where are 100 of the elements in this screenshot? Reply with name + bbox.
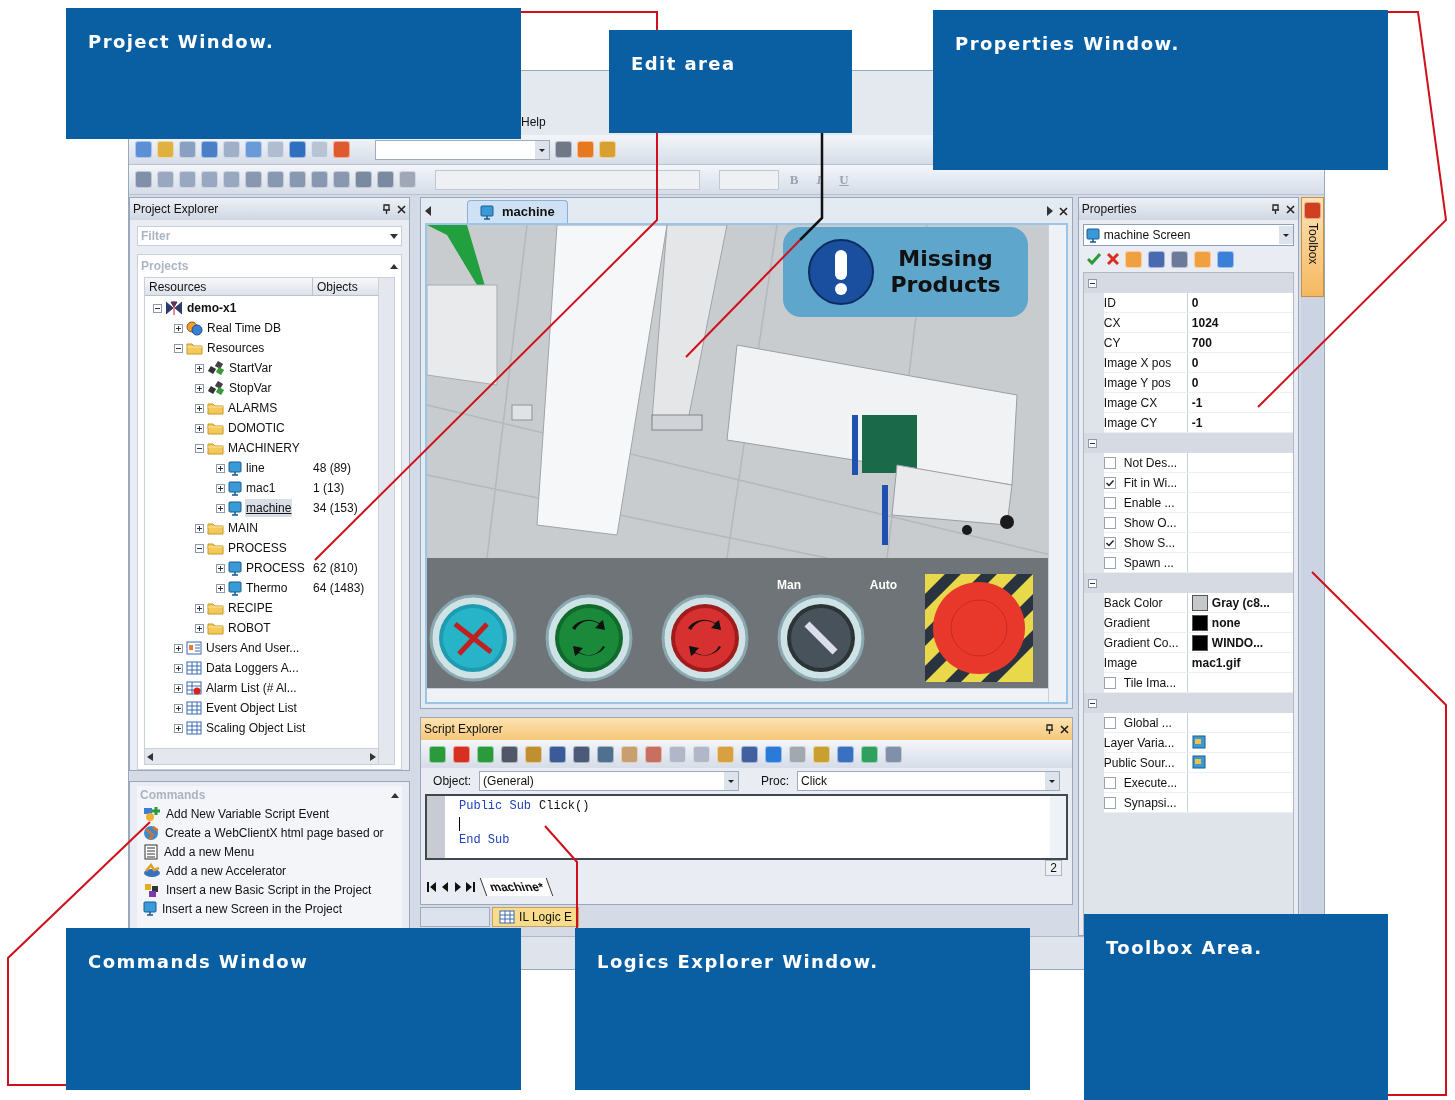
- tree-item[interactable]: Data Loggers A...: [205, 659, 300, 677]
- checkbox[interactable]: [1103, 676, 1116, 689]
- property-value[interactable]: none: [1211, 613, 1241, 632]
- expander-icon[interactable]: [174, 703, 183, 713]
- tree-item[interactable]: Event Object List: [205, 699, 298, 717]
- tree-item[interactable]: StopVar: [228, 379, 273, 397]
- font-field[interactable]: [435, 169, 700, 190]
- toolbar-icon[interactable]: [289, 141, 306, 158]
- tree-item[interactable]: line: [245, 459, 266, 477]
- toolbar-icon[interactable]: [645, 745, 663, 763]
- emergency-stop-button[interactable]: [925, 574, 1034, 682]
- expander-icon[interactable]: [216, 503, 225, 513]
- expander-icon[interactable]: [1087, 698, 1097, 708]
- scroll-left-icon[interactable]: [147, 752, 153, 761]
- toolbar-icon[interactable]: [549, 745, 567, 763]
- code-editor[interactable]: Public Sub Click() End Sub: [425, 794, 1068, 860]
- tree-item[interactable]: RECIPE: [227, 599, 274, 617]
- layers-icon[interactable]: [1191, 754, 1206, 771]
- tree-item[interactable]: MACHINERY: [227, 439, 301, 457]
- expander-icon[interactable]: [1087, 438, 1097, 448]
- horizontal-scrollbar[interactable]: [427, 688, 1048, 702]
- command-link[interactable]: Insert a new Screen in the Project: [162, 899, 343, 918]
- toolbar-icon[interactable]: [1147, 250, 1165, 268]
- scroll-right-icon[interactable]: [1046, 206, 1053, 216]
- command-link[interactable]: Add a new Menu: [164, 842, 255, 861]
- toolbar-icon[interactable]: [477, 745, 495, 763]
- expander-icon[interactable]: [195, 363, 204, 373]
- expander-icon[interactable]: [195, 443, 204, 453]
- object-dropdown[interactable]: (General): [479, 771, 740, 791]
- expander-icon[interactable]: [174, 663, 183, 673]
- expander-icon[interactable]: [174, 683, 183, 693]
- expander-icon[interactable]: [195, 603, 204, 613]
- checkbox[interactable]: [1103, 476, 1116, 489]
- checkbox[interactable]: [1103, 776, 1116, 789]
- sheet-nav-icon[interactable]: [427, 882, 438, 892]
- close-icon[interactable]: [1286, 204, 1296, 214]
- toolbar-icon[interactable]: [885, 745, 903, 763]
- tree-item[interactable]: DOMOTIC: [227, 419, 286, 437]
- collapse-arrow-icon[interactable]: [391, 792, 400, 798]
- command-link[interactable]: Add a new Accelerator: [166, 861, 287, 880]
- tree-item[interactable]: PROCESS: [227, 539, 288, 557]
- tree-item[interactable]: PROCESS: [245, 559, 306, 577]
- bottom-tab[interactable]: IL Logic E: [492, 907, 579, 927]
- cycle-button[interactable]: [661, 594, 750, 682]
- column-header[interactable]: Objects: [313, 278, 362, 295]
- selector-switch[interactable]: [777, 594, 866, 682]
- toolbar-icon[interactable]: [1216, 250, 1234, 268]
- expander-icon[interactable]: [195, 423, 204, 433]
- tree-item[interactable]: StartVar: [228, 359, 274, 377]
- pin-icon[interactable]: [1271, 204, 1281, 214]
- property-value[interactable]: Gray (c8...: [1211, 593, 1270, 612]
- checkbox[interactable]: [1103, 496, 1116, 509]
- close-icon[interactable]: [1058, 207, 1068, 216]
- tree-item[interactable]: Scaling Object List: [205, 719, 307, 737]
- vertical-scrollbar[interactable]: [378, 278, 395, 764]
- tree-item[interactable]: ALARMS: [227, 399, 279, 417]
- expander-icon[interactable]: [195, 623, 204, 633]
- toolbar-icon[interactable]: [201, 141, 218, 158]
- editor-tab[interactable]: machine: [467, 200, 568, 223]
- expander-icon[interactable]: [195, 383, 204, 393]
- tree-item[interactable]: Users And User...: [205, 639, 301, 657]
- expander-icon[interactable]: [174, 343, 183, 353]
- property-value[interactable]: 0: [1191, 293, 1199, 312]
- toolbar-icon[interactable]: [765, 745, 783, 763]
- tree-item[interactable]: Real Time DB: [206, 319, 283, 337]
- color-swatch[interactable]: [1191, 634, 1208, 651]
- expander-icon[interactable]: [1087, 578, 1097, 588]
- toolbar-icon[interactable]: [741, 745, 759, 763]
- checkbox[interactable]: [1103, 556, 1116, 569]
- expander-icon[interactable]: [174, 643, 183, 653]
- tree-item[interactable]: Alarm List (# Al...: [205, 679, 298, 697]
- checkbox[interactable]: [1103, 536, 1116, 549]
- expander-icon[interactable]: [174, 723, 183, 733]
- checkbox[interactable]: [1103, 456, 1116, 469]
- dropdown-field[interactable]: [375, 139, 550, 160]
- checkmark-icon[interactable]: [1086, 253, 1101, 265]
- color-swatch[interactable]: [1191, 614, 1208, 631]
- checkbox[interactable]: [1103, 796, 1116, 809]
- dropdown-arrow-icon[interactable]: [390, 233, 399, 239]
- toolbar-icon[interactable]: [555, 141, 572, 158]
- toolbar-icon[interactable]: [1170, 250, 1188, 268]
- expander-icon[interactable]: [216, 563, 225, 573]
- tree-item[interactable]: MAIN: [227, 519, 259, 537]
- property-value[interactable]: -1: [1191, 393, 1203, 412]
- command-link[interactable]: Create a WebClientX html page based or: [165, 823, 384, 842]
- property-value[interactable]: mac1.gif: [1191, 653, 1241, 672]
- toolbar-icon[interactable]: [501, 745, 519, 763]
- property-value[interactable]: 0: [1191, 373, 1199, 392]
- close-icon[interactable]: [397, 204, 407, 214]
- toolbar-icon[interactable]: [837, 745, 855, 763]
- expander-icon[interactable]: [216, 583, 225, 593]
- layers-icon[interactable]: [1191, 734, 1206, 751]
- horizontal-scrollbar[interactable]: [145, 748, 379, 764]
- toolbar-icon[interactable]: [597, 745, 615, 763]
- toolbar-icon[interactable]: [453, 745, 471, 763]
- close-icon[interactable]: [1059, 724, 1069, 734]
- expander-icon[interactable]: [195, 523, 204, 533]
- object-dropdown[interactable]: machine Screen: [1082, 224, 1295, 246]
- tree-item[interactable]: Resources: [206, 339, 266, 357]
- expander-icon[interactable]: [195, 403, 204, 413]
